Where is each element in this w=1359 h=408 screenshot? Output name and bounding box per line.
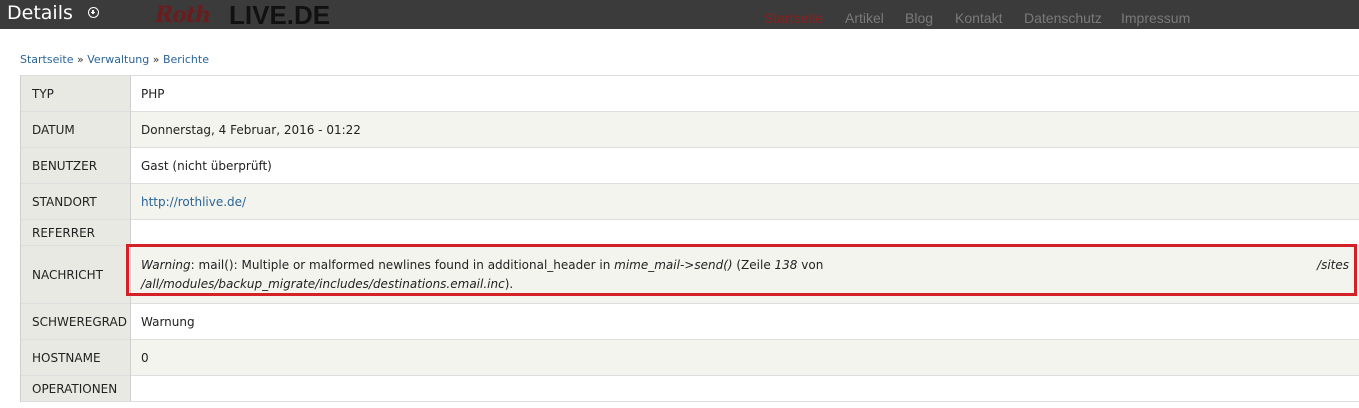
details-table: TYP PHP DATUM Donnerstag, 4 Februar, 201… xyxy=(20,75,1359,402)
nav-artikel[interactable]: Artikel xyxy=(845,10,884,26)
row-datum: DATUM Donnerstag, 4 Februar, 2016 - 01:2… xyxy=(20,111,1359,148)
message-text4: ). xyxy=(504,276,514,291)
message-line-number: 138 xyxy=(774,257,798,272)
row-standort: STANDORT http://rothlive.de/ xyxy=(20,183,1359,220)
row-schweregrad: SCHWEREGRAD Warnung xyxy=(20,303,1359,340)
page-title: Details xyxy=(7,2,73,24)
message-path-rest: /all/modules/backup_migrate/includes/des… xyxy=(141,276,505,291)
nav-datenschutz[interactable]: Datenschutz xyxy=(1024,10,1102,26)
row-operationen: OPERATIONEN xyxy=(20,375,1359,402)
value-typ: PHP xyxy=(130,75,1359,112)
value-referrer xyxy=(130,219,1359,246)
top-bar: Details Roth LIVE.DE Startseite Artikel … xyxy=(0,0,1359,29)
standort-link[interactable]: http://rothlive.de/ xyxy=(141,195,246,209)
row-typ: TYP PHP xyxy=(20,75,1359,112)
message-text3: von xyxy=(797,257,824,272)
row-hostname: HOSTNAME 0 xyxy=(20,339,1359,376)
label-standort: STANDORT xyxy=(20,183,131,220)
message-text1: : mail(): Multiple or malformed newlines… xyxy=(190,257,615,272)
breadcrumb-separator: » xyxy=(77,53,84,66)
label-datum: DATUM xyxy=(20,111,131,148)
logo-roth: Roth xyxy=(155,2,211,28)
value-benutzer: Gast (nicht überprüft) xyxy=(130,147,1359,184)
message-text2: (Zeile xyxy=(732,257,775,272)
nav-blog[interactable]: Blog xyxy=(905,10,933,26)
add-shortcut-icon[interactable] xyxy=(88,7,99,18)
message-warning: Warning xyxy=(141,257,191,272)
label-referrer: REFERRER xyxy=(20,219,131,246)
value-nachricht: Warning: mail(): Multiple or malformed n… xyxy=(130,245,1359,304)
nav-startseite[interactable]: Startseite xyxy=(764,10,823,26)
label-hostname: HOSTNAME xyxy=(20,339,131,376)
breadcrumb-separator: » xyxy=(152,53,160,66)
row-benutzer: BENUTZER Gast (nicht überprüft) xyxy=(20,147,1359,184)
value-schweregrad: Warnung xyxy=(130,303,1359,340)
message-line-1: Warning: mail(): Multiple or malformed n… xyxy=(141,256,1349,275)
breadcrumb-startseite[interactable]: Startseite xyxy=(20,53,74,66)
label-schweregrad: SCHWEREGRAD xyxy=(20,303,131,340)
nav-impressum[interactable]: Impressum xyxy=(1121,10,1190,26)
message-function: mime_mail->send() xyxy=(614,257,733,272)
message-text: Warning: mail(): Multiple or malformed n… xyxy=(141,256,823,275)
label-typ: TYP xyxy=(20,75,131,112)
breadcrumb-berichte[interactable]: Berichte xyxy=(163,53,209,66)
nav-kontakt[interactable]: Kontakt xyxy=(955,10,1002,26)
value-datum: Donnerstag, 4 Februar, 2016 - 01:22 xyxy=(130,111,1359,148)
breadcrumb: Startseite » Verwaltung » Berichte xyxy=(20,53,209,66)
message-path-start: /sites xyxy=(1317,257,1349,272)
breadcrumb-verwaltung[interactable]: Verwaltung xyxy=(87,53,149,66)
label-benutzer: BENUTZER xyxy=(20,147,131,184)
message-line-2: /all/modules/backup_migrate/includes/des… xyxy=(141,275,1349,294)
logo-live: LIVE.DE xyxy=(229,0,331,29)
value-operationen xyxy=(130,375,1359,402)
row-nachricht: NACHRICHT Warning: mail(): Multiple or m… xyxy=(20,245,1359,304)
label-nachricht: NACHRICHT xyxy=(20,245,131,304)
value-standort: http://rothlive.de/ xyxy=(130,183,1359,220)
value-hostname: 0 xyxy=(130,339,1359,376)
row-referrer: REFERRER xyxy=(20,219,1359,246)
label-operationen: OPERATIONEN xyxy=(20,375,131,402)
